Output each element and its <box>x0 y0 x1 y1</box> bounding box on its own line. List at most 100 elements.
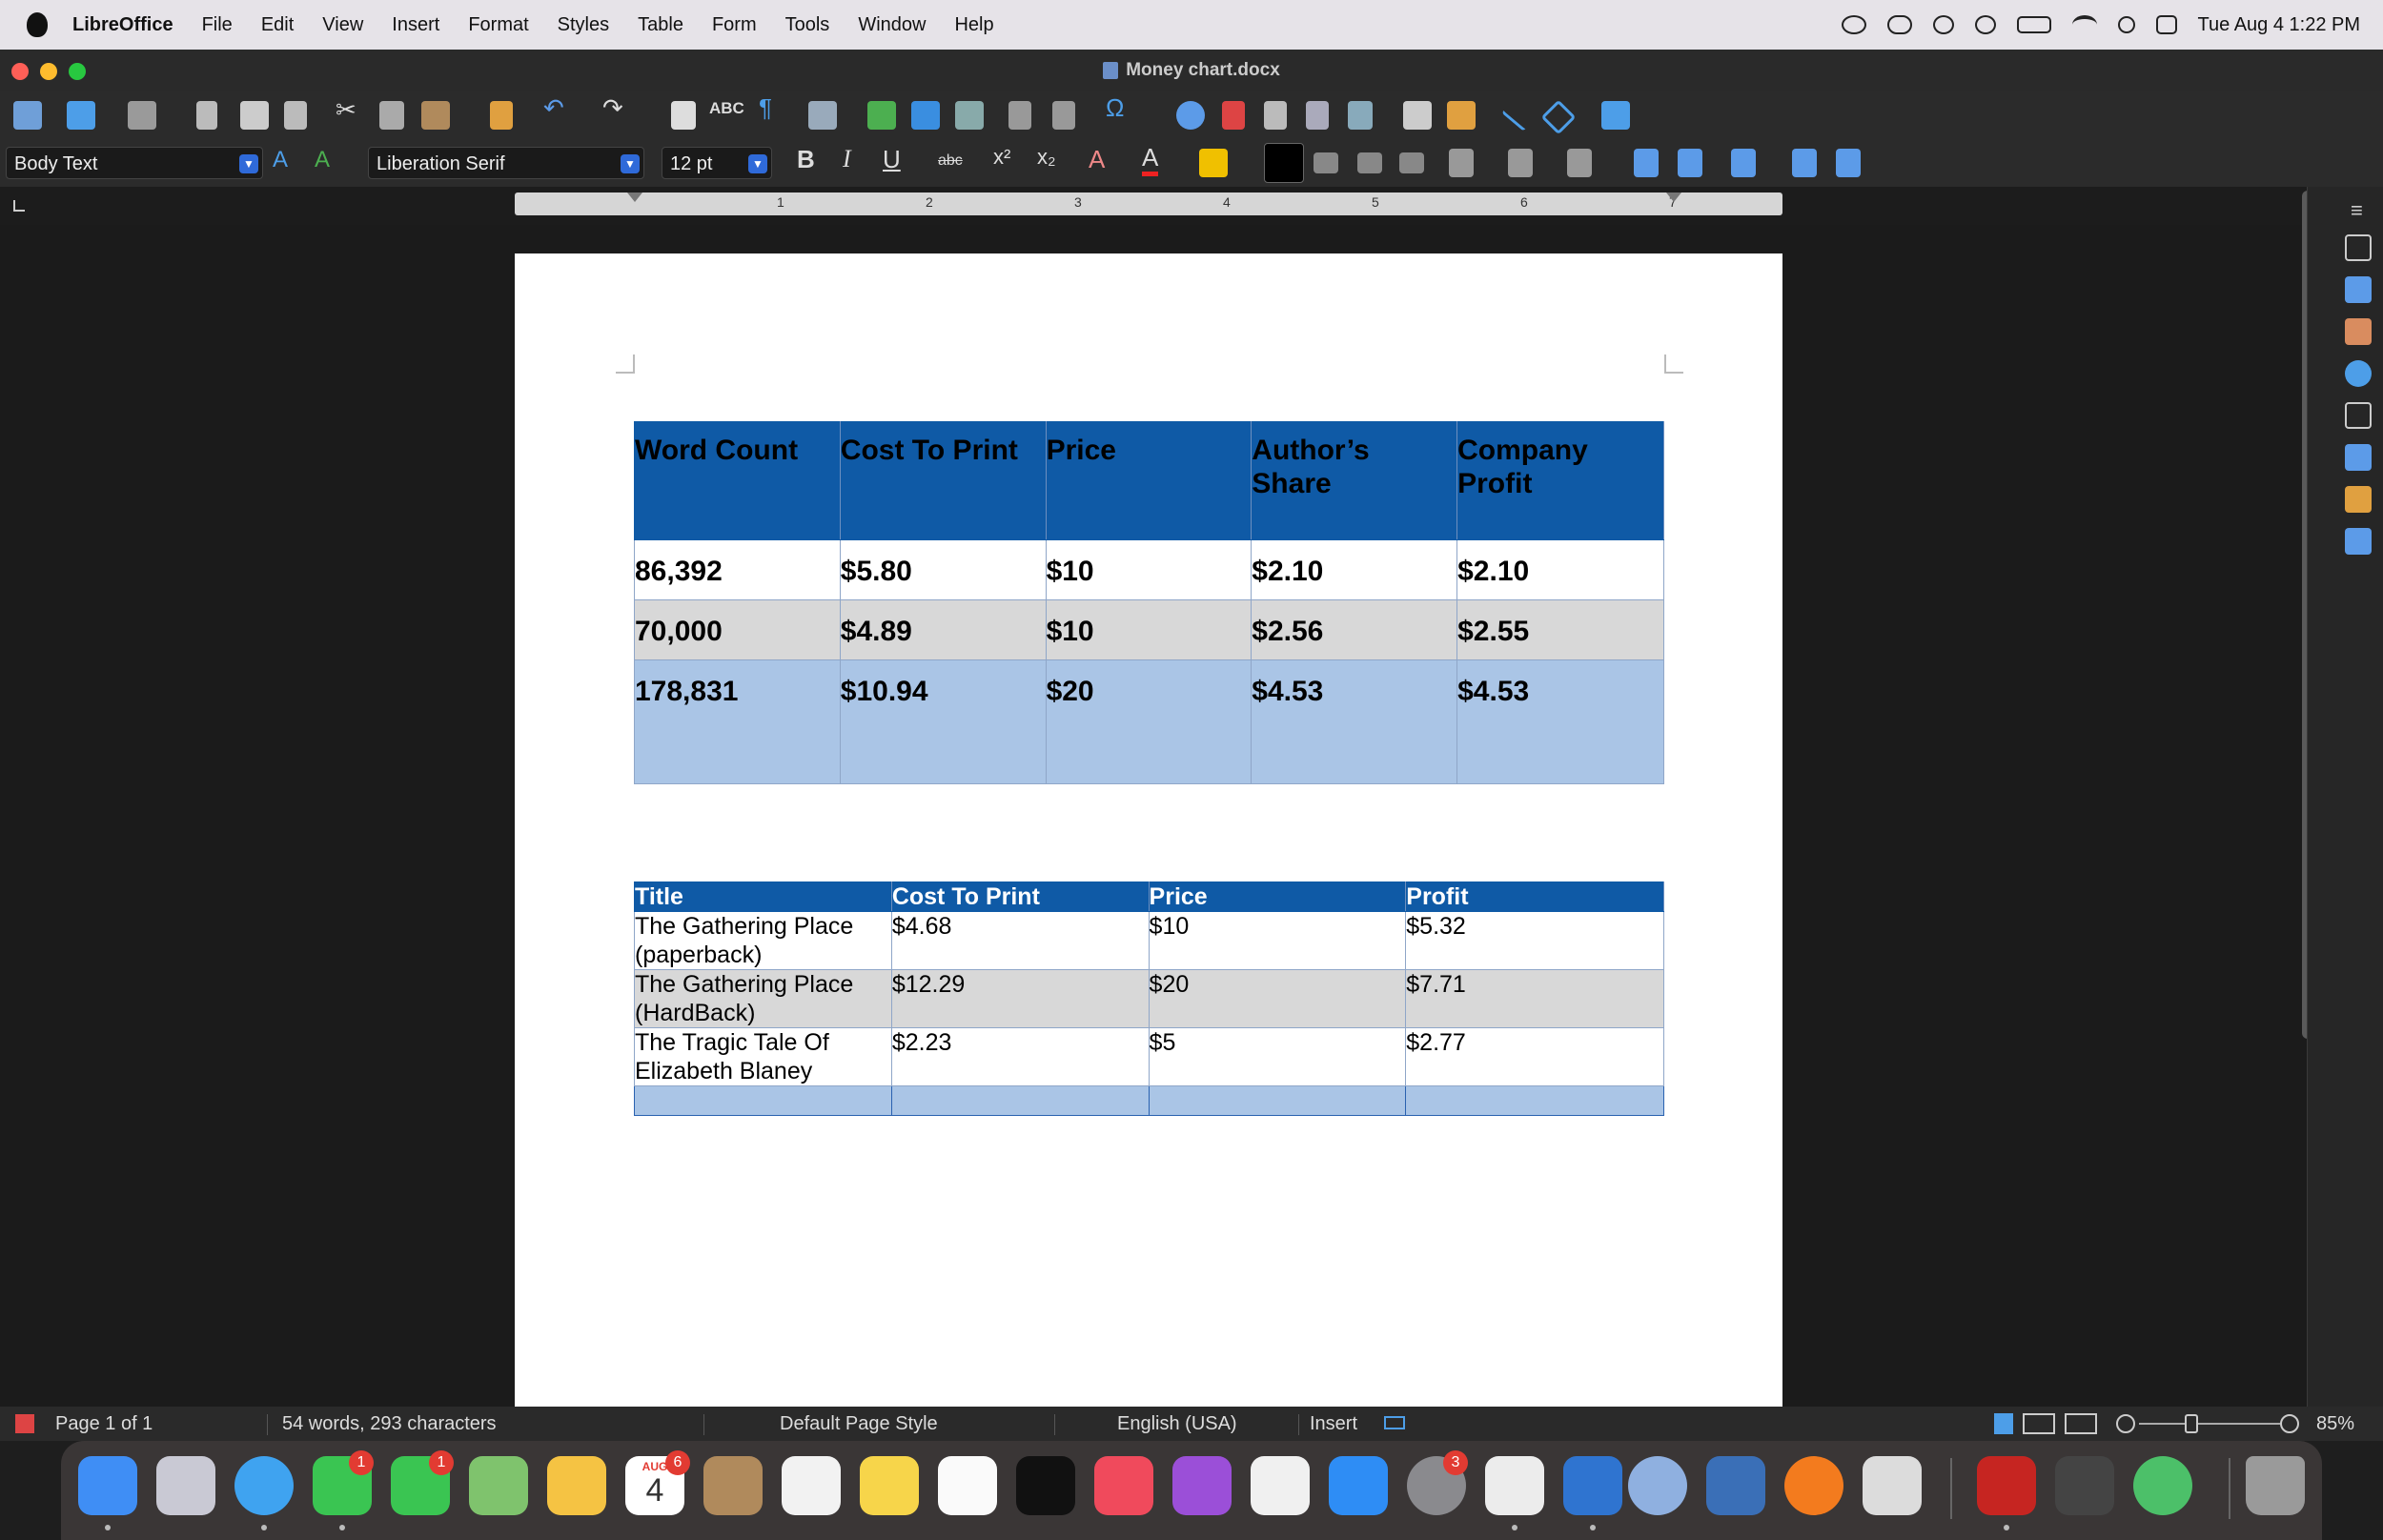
safari-icon[interactable] <box>234 1456 294 1515</box>
menu-file[interactable]: File <box>202 14 233 36</box>
document-modified-icon[interactable] <box>15 1414 34 1433</box>
header-cell[interactable]: Cost To Print <box>839 421 1047 540</box>
insert-endnote-icon[interactable] <box>1264 101 1287 130</box>
increase-paragraph-spacing-icon[interactable] <box>1792 149 1817 177</box>
menu-table[interactable]: Table <box>638 14 683 36</box>
table-cell[interactable]: $5 <box>1148 1027 1407 1086</box>
chevron-down-icon[interactable]: ▼ <box>748 154 767 173</box>
menu-form[interactable]: Form <box>712 14 757 36</box>
music-icon[interactable] <box>1094 1456 1153 1515</box>
table-cell[interactable]: 178,831 <box>634 659 841 784</box>
table-cell[interactable]: $12.29 <box>890 969 1150 1028</box>
libreoffice-icon[interactable] <box>1485 1456 1544 1515</box>
reminders-icon[interactable] <box>782 1456 841 1515</box>
podcasts-icon[interactable] <box>1172 1456 1232 1515</box>
page-icon[interactable] <box>2345 402 2372 429</box>
zoom-in-icon[interactable] <box>2280 1414 2299 1433</box>
strikethrough-icon[interactable]: abc <box>938 152 963 170</box>
menu-edit[interactable]: Edit <box>261 14 294 36</box>
close-window-button[interactable] <box>11 63 29 80</box>
menu-help[interactable]: Help <box>954 14 993 36</box>
font-color-icon[interactable]: A <box>1142 143 1159 176</box>
menu-window[interactable]: Window <box>858 14 926 36</box>
font-name-combo[interactable]: Liberation Serif ▼ <box>368 147 644 179</box>
table-cell[interactable]: $4.68 <box>890 911 1150 970</box>
open-folder-icon[interactable] <box>67 101 95 130</box>
table-cell[interactable]: $2.10 <box>1456 539 1664 600</box>
now-playing-icon[interactable] <box>1974 15 1996 34</box>
table-cell[interactable]: 86,392 <box>634 539 841 600</box>
draw-functions-icon[interactable] <box>1601 101 1630 130</box>
insert-chart-icon[interactable] <box>911 101 940 130</box>
chevron-down-icon[interactable]: ▼ <box>239 154 258 173</box>
align-right-icon[interactable] <box>1357 152 1382 173</box>
table-cell[interactable] <box>1405 1085 1664 1116</box>
header-cell[interactable]: Word Count <box>634 421 841 540</box>
insert-hyperlink-icon[interactable] <box>1176 101 1205 130</box>
table-cell[interactable]: $10.94 <box>839 659 1047 784</box>
insert-footnote-icon[interactable] <box>1222 101 1245 130</box>
table-cell[interactable]: $2.10 <box>1251 539 1458 600</box>
word-count[interactable]: 54 words, 293 characters <box>282 1413 497 1435</box>
finder-icon[interactable] <box>78 1456 137 1515</box>
decrease-paragraph-spacing-icon[interactable] <box>1836 149 1861 177</box>
insert-textbox-icon[interactable] <box>955 101 984 130</box>
menu-app-name[interactable]: LibreOffice <box>72 14 173 36</box>
table-cell[interactable] <box>634 1085 892 1116</box>
styles-icon[interactable] <box>2345 276 2372 303</box>
properties-icon[interactable] <box>2345 234 2372 261</box>
firefox-icon[interactable] <box>1784 1456 1843 1515</box>
zoom-slider-thumb[interactable] <box>2185 1414 2198 1433</box>
cut-icon[interactable]: ✂ <box>336 95 356 125</box>
zoom-slider[interactable] <box>2139 1423 2280 1425</box>
mascot-app-icon[interactable] <box>1628 1456 1687 1515</box>
minimize-window-button[interactable] <box>40 63 57 80</box>
apple-tv-icon[interactable] <box>1016 1456 1075 1515</box>
formatting-marks-icon[interactable]: ¶ <box>759 93 772 123</box>
book-view-icon[interactable] <box>2065 1413 2097 1434</box>
header-cell[interactable]: Price <box>1045 421 1253 540</box>
decrease-indent-icon[interactable] <box>1678 149 1702 177</box>
line-spacing-icon[interactable] <box>1731 149 1756 177</box>
insert-line-icon[interactable] <box>1501 108 1528 132</box>
airdrop-icon[interactable] <box>1932 15 1954 34</box>
align-center-icon[interactable] <box>1314 152 1338 173</box>
table-cell[interactable]: The Gathering Place (paperback) <box>634 911 892 970</box>
battery-icon[interactable] <box>2016 16 2051 33</box>
table-cell[interactable]: $5.80 <box>839 539 1047 600</box>
horizontal-ruler[interactable]: 1 2 3 4 5 6 7 <box>515 192 1782 215</box>
sidebar-menu-icon[interactable]: ≡ <box>2351 198 2363 223</box>
table-cell[interactable]: $4.89 <box>839 599 1047 660</box>
outline-list-icon[interactable] <box>1567 149 1592 177</box>
table-cell[interactable]: $10 <box>1045 539 1253 600</box>
language[interactable]: English (USA) <box>1117 1413 1237 1435</box>
table-cell[interactable]: $2.23 <box>890 1027 1150 1086</box>
notes-icon[interactable] <box>860 1456 919 1515</box>
underline-icon[interactable]: U <box>883 145 901 174</box>
spotlight-search-icon[interactable] <box>2117 16 2135 33</box>
tab-stop-icon[interactable] <box>13 200 25 212</box>
new-style-icon[interactable]: A <box>315 147 330 173</box>
apple-logo-icon[interactable] <box>27 12 48 37</box>
table-cell[interactable] <box>890 1085 1150 1116</box>
menu-view[interactable]: View <box>322 14 363 36</box>
insert-comment-icon[interactable] <box>1403 101 1432 130</box>
table-cell[interactable] <box>1148 1085 1407 1116</box>
save-icon[interactable] <box>128 101 156 130</box>
table-cell[interactable]: $7.71 <box>1405 969 1664 1028</box>
find-replace-icon[interactable] <box>671 101 696 130</box>
table-cell[interactable]: $10 <box>1148 911 1407 970</box>
trash-icon[interactable] <box>2246 1456 2305 1515</box>
control-center-icon[interactable] <box>2155 15 2177 34</box>
header-cell[interactable]: Title <box>634 881 892 912</box>
header-cell[interactable]: Profit <box>1405 881 1664 912</box>
selection-mode-icon[interactable] <box>1384 1416 1405 1429</box>
menu-tools[interactable]: Tools <box>785 14 830 36</box>
header-cell[interactable]: Author’s Share <box>1251 421 1458 540</box>
ordered-list-icon[interactable] <box>1508 149 1533 177</box>
clear-formatting-icon[interactable]: A <box>1089 145 1105 174</box>
table-cell[interactable]: The Tragic Tale Of Elizabeth Blaney <box>634 1027 892 1086</box>
paragraph-style-combo[interactable]: Body Text ▼ <box>6 147 263 179</box>
align-left-icon[interactable] <box>1264 143 1304 183</box>
print-preview-icon[interactable] <box>284 101 307 130</box>
